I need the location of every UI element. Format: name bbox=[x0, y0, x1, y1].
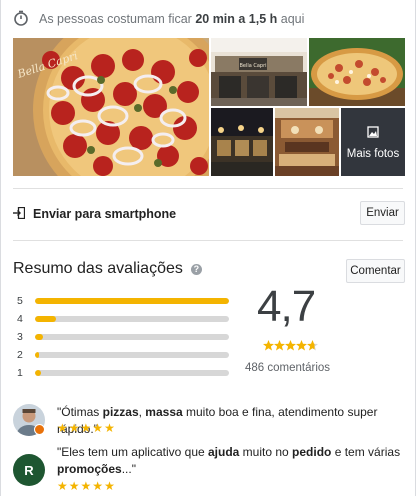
rating-bar-row[interactable]: 5 bbox=[17, 292, 231, 310]
rating-bar-label: 4 bbox=[17, 313, 23, 325]
star-icon: ★ bbox=[80, 479, 92, 493]
rating-bar-label: 3 bbox=[17, 331, 23, 343]
rating-bar-fill bbox=[35, 316, 57, 322]
review-text: "Eles tem um aplicativo que ajuda muito … bbox=[57, 445, 401, 476]
photo-pizza-2[interactable] bbox=[309, 38, 405, 106]
rating-bar-fill bbox=[35, 352, 39, 358]
send-button[interactable]: Enviar bbox=[360, 201, 405, 225]
reviews-summary-heading: Resumo das avaliações bbox=[13, 260, 183, 277]
photo-night-exterior[interactable] bbox=[211, 108, 273, 176]
star-icon: ★ bbox=[104, 479, 115, 493]
photo-gallery: Bella Capri Bella Capri Mais fotos bbox=[13, 38, 405, 176]
rating-bar-fill bbox=[35, 334, 43, 340]
send-to-phone-label: Enviar para smartphone bbox=[33, 207, 177, 221]
divider bbox=[13, 188, 403, 189]
rating-distribution: 5 4 3 2 1 bbox=[17, 292, 231, 382]
photo-main-pizza[interactable]: Bella Capri bbox=[13, 38, 209, 176]
visit-text: As pessoas costumam ficar 20 min a 1,5 h… bbox=[39, 12, 305, 26]
more-photos-tile[interactable]: Mais fotos bbox=[341, 108, 405, 176]
stopwatch-icon bbox=[13, 10, 29, 29]
rating-bar-row[interactable]: 4 bbox=[17, 310, 231, 328]
send-to-phone-icon bbox=[13, 206, 26, 222]
star-icon: ★ bbox=[104, 421, 115, 435]
photo-storefront[interactable]: Bella Capri bbox=[211, 38, 307, 106]
rating-bar-label: 1 bbox=[17, 367, 23, 379]
star-icon: ★ bbox=[92, 421, 104, 435]
review-stars: ★ ★ ★ ★ ★ bbox=[57, 422, 115, 434]
rating-bar-track bbox=[35, 370, 229, 376]
reviews-summary-title: Resumo das avaliações ? bbox=[13, 260, 202, 278]
rating-bar-fill bbox=[35, 370, 41, 376]
visit-duration: As pessoas costumam ficar 20 min a 1,5 h… bbox=[13, 8, 304, 30]
average-rating: 4,7 bbox=[257, 282, 316, 331]
place-panel: As pessoas costumam ficar 20 min a 1,5 h… bbox=[0, 0, 416, 496]
send-to-phone-row: Enviar para smartphone bbox=[13, 201, 405, 227]
review-count-link[interactable]: 486 comentários bbox=[245, 362, 330, 374]
photo-library-icon bbox=[367, 126, 379, 138]
rating-bar-label: 2 bbox=[17, 349, 23, 361]
star-icon: ★ bbox=[92, 479, 104, 493]
rating-bar-track bbox=[35, 316, 229, 322]
rating-bar-label: 5 bbox=[17, 295, 23, 307]
avatar: R bbox=[13, 454, 45, 486]
star-icon: ★ bbox=[57, 479, 68, 493]
divider bbox=[13, 240, 403, 241]
write-review-button[interactable]: Comentar bbox=[346, 259, 405, 283]
help-icon[interactable]: ? bbox=[190, 263, 202, 275]
rating-bar-row[interactable]: 2 bbox=[17, 346, 231, 364]
rating-bar-row[interactable]: 1 bbox=[17, 364, 231, 382]
review-snippet[interactable]: R "Eles tem um aplicativo que ajuda muit… bbox=[13, 444, 405, 492]
review-snippet[interactable]: "Ótimas pizzas, massa muito boa e fina, … bbox=[13, 404, 405, 438]
star-rating-icon bbox=[263, 340, 318, 351]
more-photos-label: Mais fotos bbox=[346, 148, 400, 160]
star-icon: ★ bbox=[68, 421, 80, 435]
rating-bar-row[interactable]: 3 bbox=[17, 328, 231, 346]
star-icon: ★ bbox=[68, 479, 80, 493]
store-sign: Bella Capri bbox=[239, 63, 266, 69]
rating-bar-track bbox=[35, 334, 229, 340]
rating-bar-fill bbox=[35, 298, 229, 304]
star-icon: ★ bbox=[80, 421, 92, 435]
star-icon: ★ bbox=[57, 421, 68, 435]
review-stars: ★ ★ ★ ★ ★ bbox=[57, 480, 115, 492]
rating-bar-track bbox=[35, 298, 229, 304]
photo-interior[interactable] bbox=[275, 108, 339, 176]
rating-bar-track bbox=[35, 352, 229, 358]
average-rating-stars bbox=[263, 340, 319, 351]
local-guide-badge-icon bbox=[34, 424, 45, 435]
